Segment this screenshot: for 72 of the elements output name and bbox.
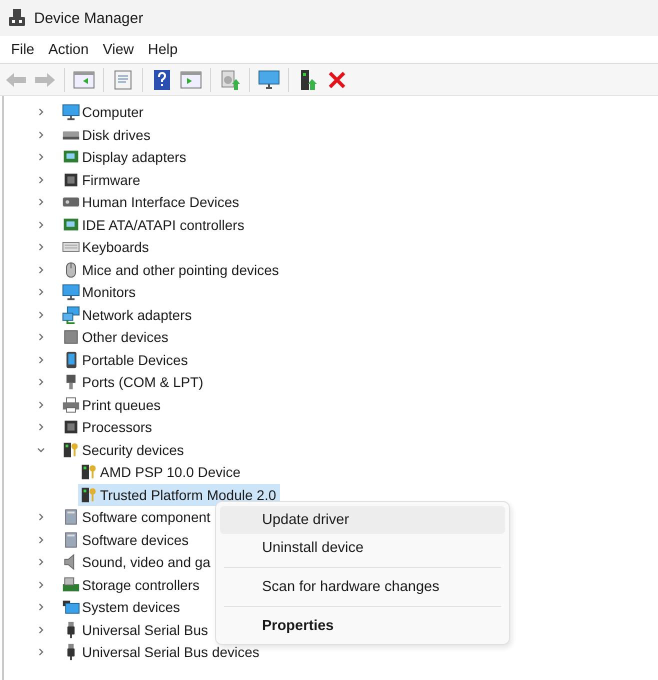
menu-title[interactable]: File [4,38,42,62]
storage-icon [62,576,80,594]
tree-item[interactable]: Universal Serial Bus [60,618,212,641]
expand-chevron-icon[interactable] [36,197,46,208]
tree-item[interactable]: Mice and other pointing devices [60,258,283,281]
tree-item[interactable]: Print queues [60,394,165,416]
tree-item[interactable]: Portable Devices [60,348,192,371]
chip-icon [62,418,80,436]
expand-chevron-icon[interactable] [36,512,46,522]
expand-chevron-icon[interactable] [36,152,46,162]
tree-item[interactable]: Other devices [60,326,172,348]
tree-item[interactable]: Universal Serial Bus devices [60,641,264,664]
menu-item[interactable]: Uninstall device [220,534,505,562]
expand-chevron-icon[interactable] [36,242,46,252]
tree-item[interactable]: Computer [60,101,148,124]
tree-item[interactable]: Software component [60,506,214,528]
printer-icon [62,396,80,414]
tree-item[interactable]: Human Interface Devices [60,191,244,214]
tree-item[interactable]: Processors [60,416,156,438]
expand-chevron-icon[interactable] [36,377,46,388]
network-icon [62,306,80,324]
tree-item[interactable]: Security devices [60,438,188,461]
menu-title[interactable]: Action [41,38,96,62]
tree-item[interactable]: Software devices [60,528,193,551]
expand-chevron-icon[interactable] [36,264,46,275]
expand-chevron-icon[interactable] [36,174,46,185]
tree-item[interactable]: Ports (COM & LPT) [60,371,208,394]
tree-item[interactable]: Firmware [60,168,144,191]
tree-item[interactable]: Monitors [60,281,140,304]
tree-item[interactable]: Trusted Platform Module 2.0 [78,484,280,506]
tree-item[interactable]: System devices [60,596,184,618]
tree-item[interactable]: Sound, video and ga [60,551,214,574]
menu-title[interactable]: View [96,38,141,62]
tree-item[interactable]: Network adapters [60,304,196,326]
tree-item[interactable]: Keyboards [60,236,153,258]
tree-item[interactable]: AMD PSP 10.0 Device [78,461,245,484]
tree-item[interactable]: Display adapters [60,146,190,168]
tree-item[interactable]: Disk drives [60,124,154,146]
expand-chevron-icon[interactable] [36,624,46,635]
menu-item[interactable]: Update driver [220,506,505,534]
window-title: Device Manager [34,10,144,26]
expand-chevron-icon[interactable] [36,310,46,320]
expand-chevron-icon[interactable] [36,107,46,118]
expand-chevron-icon[interactable] [36,602,46,612]
menu-item[interactable]: Scan for hardware changes [220,573,505,601]
tree-item[interactable]: IDE ATA/ATAPI controllers [60,214,248,236]
tree-item[interactable]: Storage controllers [60,574,204,596]
monitor-icon [62,283,80,302]
tower-key-icon [80,463,98,482]
expand-chevron-icon[interactable] [36,580,46,590]
folder-monitor-icon [62,598,80,616]
tower-key-icon [80,486,98,504]
device-manager-icon [8,8,26,28]
menu-title[interactable]: Help [140,38,185,62]
expand-chevron-icon[interactable] [36,534,46,545]
device-icon [62,328,80,346]
chip-icon [62,170,80,189]
expand-chevron-icon[interactable] [36,422,46,432]
expand-chevron-icon[interactable] [36,354,46,365]
expand-chevron-icon[interactable] [36,332,46,342]
expand-chevron-icon[interactable] [36,400,46,410]
expand-chevron-icon[interactable] [36,287,46,298]
expand-chevron-icon[interactable] [36,557,46,568]
monitor-icon[interactable] [257,68,281,92]
tower-icon [62,530,80,549]
tower-key-icon [62,440,80,459]
expand-chevron-icon[interactable] [36,130,46,140]
tower-icon [62,508,80,526]
expand-chevron-icon[interactable] [36,647,46,658]
menu-item[interactable]: Properties [220,612,505,640]
monitor-icon [62,103,80,122]
expand-chevron-icon[interactable] [36,220,46,230]
